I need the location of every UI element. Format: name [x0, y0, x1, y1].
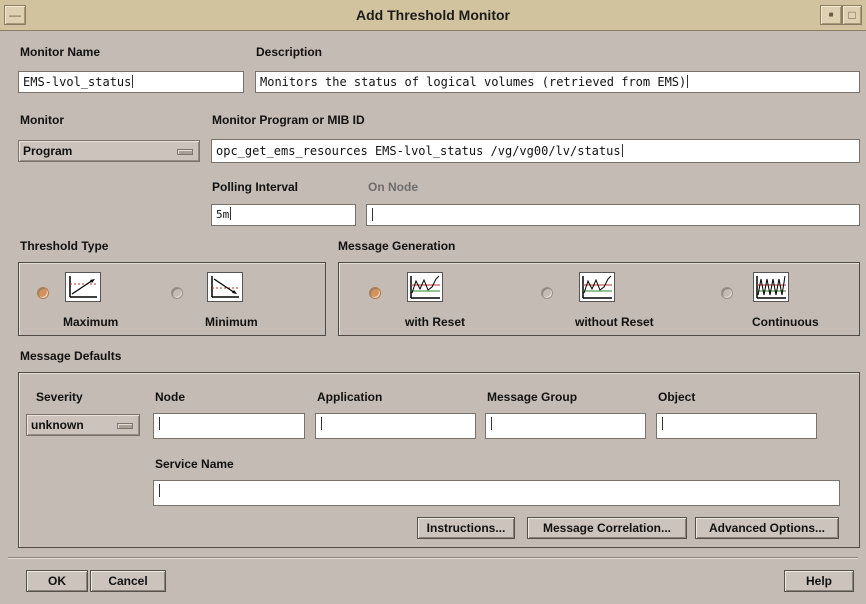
severity-value: unknown [31, 418, 84, 432]
polling-interval-value: 5m [216, 208, 230, 221]
minimize-button[interactable]: ■ [820, 5, 842, 25]
monitor-name-label: Monitor Name [20, 45, 101, 59]
message-group-label: Message Group [487, 390, 578, 404]
text-cursor [132, 75, 134, 88]
minimum-label: Minimum [205, 315, 258, 329]
object-field[interactable] [656, 413, 817, 439]
option-menu-icon [117, 423, 133, 429]
text-cursor [687, 75, 689, 88]
monitor-program-label: Monitor Program or MIB ID [212, 113, 365, 127]
polling-interval-field[interactable]: 5m [211, 204, 356, 226]
severity-select[interactable]: unknown [26, 414, 140, 436]
severity-label: Severity [36, 390, 83, 404]
option-menu-icon [177, 149, 193, 155]
monitor-type-value: Program [23, 144, 73, 158]
threshold-type-group: Maximum Minimum [18, 262, 326, 336]
without-reset-label: without Reset [575, 315, 654, 329]
maximum-radio[interactable] [37, 287, 49, 299]
text-cursor [159, 417, 160, 430]
service-name-field[interactable] [153, 480, 840, 506]
polling-interval-label: Polling Interval [212, 180, 299, 194]
with-reset-label: with Reset [405, 315, 466, 329]
description-value: Monitors the status of logical volumes (… [260, 75, 687, 89]
monitor-type-select[interactable]: Program [18, 140, 200, 162]
advanced-options-button[interactable]: Advanced Options... [695, 517, 839, 539]
footer-separator [8, 557, 858, 559]
maximum-threshold-icon [65, 272, 101, 302]
text-cursor [321, 417, 322, 430]
without-reset-icon [579, 272, 615, 302]
continuous-icon [753, 272, 789, 302]
monitor-program-value: opc_get_ems_resources EMS-lvol_status /v… [216, 144, 621, 158]
threshold-type-label: Threshold Type [20, 239, 109, 253]
application-label: Application [317, 390, 383, 404]
on-node-field[interactable] [366, 204, 860, 226]
continuous-label: Continuous [752, 315, 819, 329]
window-title: Add Threshold Monitor [356, 7, 510, 23]
application-field[interactable] [315, 413, 476, 439]
ok-button[interactable]: OK [26, 570, 88, 592]
message-generation-label: Message Generation [338, 239, 456, 253]
message-generation-group: with Reset without Reset Continuous [338, 262, 860, 336]
instructions-button[interactable]: Instructions... [417, 517, 515, 539]
maximize-icon: □ [848, 8, 856, 22]
minimum-threshold-icon [207, 272, 243, 302]
text-cursor [372, 208, 373, 221]
maximize-button[interactable]: □ [842, 5, 862, 25]
with-reset-icon [407, 272, 443, 302]
text-cursor [621, 144, 623, 157]
message-defaults-label: Message Defaults [20, 349, 122, 363]
object-label: Object [658, 390, 696, 404]
help-button[interactable]: Help [784, 570, 854, 592]
description-field[interactable]: Monitors the status of logical volumes (… [255, 71, 860, 93]
text-cursor [491, 417, 492, 430]
maximum-label: Maximum [63, 315, 119, 329]
monitor-name-value: EMS-lvol_status [23, 75, 132, 89]
node-field[interactable] [153, 413, 305, 439]
monitor-label: Monitor [20, 113, 64, 127]
title-bar[interactable]: — Add Threshold Monitor ■ □ [0, 0, 866, 31]
minimum-radio[interactable] [171, 287, 183, 299]
description-label: Description [256, 45, 323, 59]
continuous-radio[interactable] [721, 287, 733, 299]
cancel-button[interactable]: Cancel [90, 570, 166, 592]
minimize-icon: ■ [828, 10, 834, 19]
node-label: Node [155, 390, 185, 404]
add-threshold-monitor-window: — Add Threshold Monitor ■ □ Monitor Name… [0, 0, 866, 604]
message-defaults-group: Severity Node Application Message Group … [18, 372, 860, 548]
text-cursor [662, 417, 663, 430]
text-cursor [159, 484, 160, 497]
message-group-field[interactable] [485, 413, 646, 439]
with-reset-radio[interactable] [369, 287, 381, 299]
without-reset-radio[interactable] [541, 287, 553, 299]
message-correlation-button[interactable]: Message Correlation... [527, 517, 687, 539]
monitor-program-field[interactable]: opc_get_ems_resources EMS-lvol_status /v… [211, 139, 860, 163]
monitor-name-field[interactable]: EMS-lvol_status [18, 71, 244, 93]
on-node-label: On Node [368, 180, 418, 194]
service-name-label: Service Name [155, 457, 234, 471]
text-cursor [230, 207, 232, 220]
